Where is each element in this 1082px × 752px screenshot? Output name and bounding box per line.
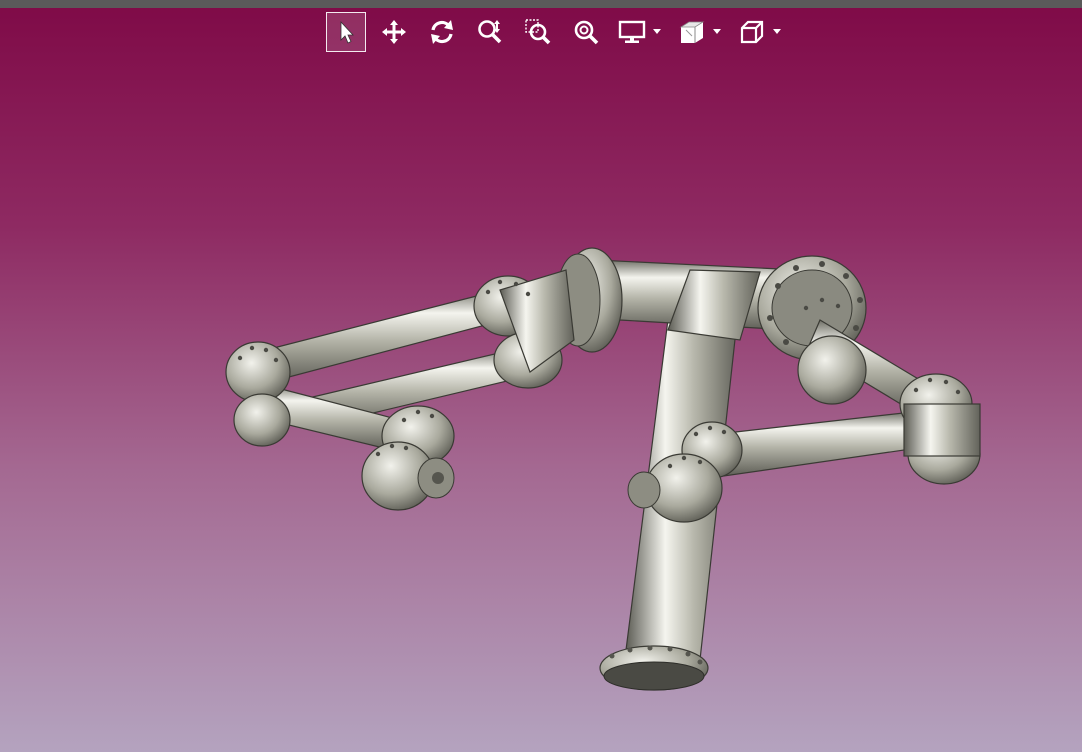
chevron-down-icon	[653, 29, 661, 34]
display-mode-button[interactable]	[614, 12, 650, 52]
3d-viewport[interactable]	[0, 0, 1082, 752]
zoom-fit-icon	[574, 20, 599, 45]
zoom-dynamic-button[interactable]	[470, 12, 510, 52]
pan-move-icon	[382, 20, 406, 44]
chevron-down-icon	[713, 29, 721, 34]
display-mode-dropdown[interactable]	[614, 12, 664, 52]
viewer-toolbar	[326, 12, 794, 52]
standard-views-dropdown[interactable]	[734, 12, 784, 52]
select-tool-button[interactable]	[326, 12, 366, 52]
section-dropdown-arrow[interactable]	[710, 12, 724, 52]
chevron-down-icon	[773, 29, 781, 34]
zoom-window-icon	[525, 19, 551, 45]
section-plane-button[interactable]	[674, 12, 710, 52]
zoom-window-button[interactable]	[518, 12, 558, 52]
zoom-fit-button[interactable]	[566, 12, 606, 52]
display-mode-icon	[618, 20, 646, 43]
pipe-assembly-model[interactable]	[0, 0, 1082, 752]
rotate-icon	[431, 20, 453, 44]
display-mode-dropdown-arrow[interactable]	[650, 12, 664, 52]
select-arrow-icon	[340, 20, 354, 44]
standard-view-cube-icon	[740, 20, 764, 44]
pan-tool-button[interactable]	[374, 12, 414, 52]
section-dropdown[interactable]	[674, 12, 724, 52]
standard-view-button[interactable]	[734, 12, 770, 52]
rotate-tool-button[interactable]	[422, 12, 462, 52]
section-plane-icon	[679, 21, 705, 43]
zoom-dynamic-icon	[478, 20, 502, 44]
standard-views-dropdown-arrow[interactable]	[770, 12, 784, 52]
